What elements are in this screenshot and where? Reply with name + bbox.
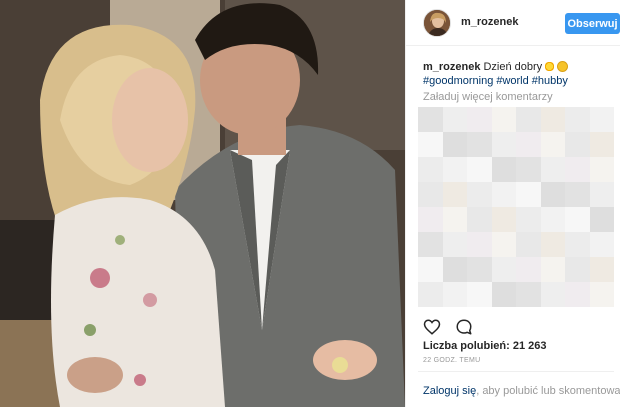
mosaic-cell bbox=[442, 207, 467, 232]
mosaic-cell bbox=[491, 232, 516, 257]
mosaic-cell bbox=[565, 182, 590, 207]
avatar[interactable] bbox=[423, 9, 451, 37]
grinning-emoji-icon bbox=[557, 61, 569, 72]
mosaic-cell bbox=[540, 182, 565, 207]
mosaic-cell bbox=[467, 232, 492, 257]
mosaic-cell bbox=[565, 157, 590, 182]
mosaic-cell bbox=[589, 232, 614, 257]
mosaic-cell bbox=[565, 232, 590, 257]
mosaic-cell bbox=[540, 132, 565, 157]
caption-hashtags: #goodmorning #world #hubby bbox=[423, 74, 613, 88]
mosaic-cell bbox=[418, 132, 443, 157]
mosaic-cell bbox=[418, 157, 443, 182]
mosaic-cell bbox=[516, 107, 541, 132]
sun-emoji-icon bbox=[544, 61, 556, 72]
mosaic-cell bbox=[467, 257, 492, 282]
mosaic-cell bbox=[516, 157, 541, 182]
mosaic-cell bbox=[589, 257, 614, 282]
mosaic-cell bbox=[418, 107, 443, 132]
mosaic-cell bbox=[589, 107, 614, 132]
action-bar bbox=[423, 318, 613, 336]
mosaic-cell bbox=[491, 107, 516, 132]
mosaic-cell bbox=[516, 182, 541, 207]
post-header: m_rozenek Obserwuj bbox=[406, 0, 620, 46]
post-photo[interactable] bbox=[0, 0, 405, 407]
login-prompt-text: , aby polubić lub skomentować. bbox=[476, 385, 620, 397]
mosaic-cell bbox=[516, 282, 541, 307]
mosaic-cell bbox=[540, 157, 565, 182]
mosaic-cell bbox=[418, 207, 443, 232]
divider bbox=[418, 371, 614, 372]
mosaic-cell bbox=[418, 282, 443, 307]
mosaic-cell bbox=[565, 107, 590, 132]
mosaic-cell bbox=[467, 182, 492, 207]
mosaic-cell bbox=[565, 282, 590, 307]
mosaic-cell bbox=[467, 207, 492, 232]
mosaic-cell bbox=[418, 232, 443, 257]
mosaic-cell bbox=[540, 207, 565, 232]
blurred-comments bbox=[418, 107, 614, 307]
load-more-comments-link[interactable]: Załaduj więcej komentarzy bbox=[423, 91, 553, 103]
hashtag-world[interactable]: #world bbox=[496, 75, 528, 87]
hashtag-goodmorning[interactable]: #goodmorning bbox=[423, 75, 493, 87]
login-link[interactable]: Zaloguj się bbox=[423, 385, 476, 397]
mosaic-cell bbox=[540, 232, 565, 257]
mosaic-cell bbox=[491, 157, 516, 182]
mosaic-cell bbox=[442, 282, 467, 307]
mosaic-cell bbox=[491, 132, 516, 157]
mosaic-cell bbox=[442, 132, 467, 157]
post-timestamp: 22 GODZ. TEMU bbox=[423, 357, 481, 364]
caption: m_rozenek Dzień dobry #goodmorning #world #… bbox=[423, 60, 613, 88]
header-username[interactable]: m_rozenek bbox=[461, 16, 518, 28]
mosaic-cell bbox=[589, 157, 614, 182]
mosaic-cell bbox=[491, 257, 516, 282]
mosaic-cell bbox=[442, 107, 467, 132]
mosaic-cell bbox=[516, 132, 541, 157]
avatar-image bbox=[424, 10, 450, 36]
mosaic-cell bbox=[540, 107, 565, 132]
mosaic-cell bbox=[589, 182, 614, 207]
caption-text: Dzień dobry bbox=[483, 61, 543, 73]
mosaic-cell bbox=[516, 257, 541, 282]
photo-illustration bbox=[0, 0, 405, 407]
mosaic-cell bbox=[418, 257, 443, 282]
mosaic-cell bbox=[565, 132, 590, 157]
mosaic-cell bbox=[467, 157, 492, 182]
mosaic-cell bbox=[442, 157, 467, 182]
post-sidebar: m_rozenek Obserwuj m_rozenek Dzień dobry … bbox=[405, 0, 620, 407]
mosaic-cell bbox=[491, 207, 516, 232]
mosaic-cell bbox=[589, 282, 614, 307]
mosaic-cell bbox=[589, 132, 614, 157]
mosaic-cell bbox=[467, 282, 492, 307]
likes-count[interactable]: Liczba polubień: 21 263 bbox=[423, 340, 546, 352]
mosaic-cell bbox=[540, 257, 565, 282]
mosaic-cell bbox=[442, 232, 467, 257]
mosaic-cell bbox=[565, 257, 590, 282]
caption-username[interactable]: m_rozenek bbox=[423, 61, 480, 73]
mosaic-cell bbox=[491, 182, 516, 207]
mosaic-cell bbox=[442, 257, 467, 282]
heart-icon[interactable] bbox=[423, 318, 441, 336]
mosaic-cell bbox=[418, 182, 443, 207]
mosaic-cell bbox=[589, 207, 614, 232]
mosaic-cell bbox=[516, 207, 541, 232]
login-prompt: Zaloguj się, aby polubić lub skomentować… bbox=[423, 385, 620, 397]
hashtag-hubby[interactable]: #hubby bbox=[532, 75, 568, 87]
comment-icon[interactable] bbox=[455, 318, 473, 336]
mosaic-cell bbox=[565, 207, 590, 232]
mosaic-cell bbox=[491, 282, 516, 307]
mosaic-cell bbox=[442, 182, 467, 207]
mosaic-cell bbox=[467, 132, 492, 157]
follow-button[interactable]: Obserwuj bbox=[565, 13, 620, 34]
mosaic-cell bbox=[540, 282, 565, 307]
mosaic-cell bbox=[516, 232, 541, 257]
mosaic-cell bbox=[467, 107, 492, 132]
